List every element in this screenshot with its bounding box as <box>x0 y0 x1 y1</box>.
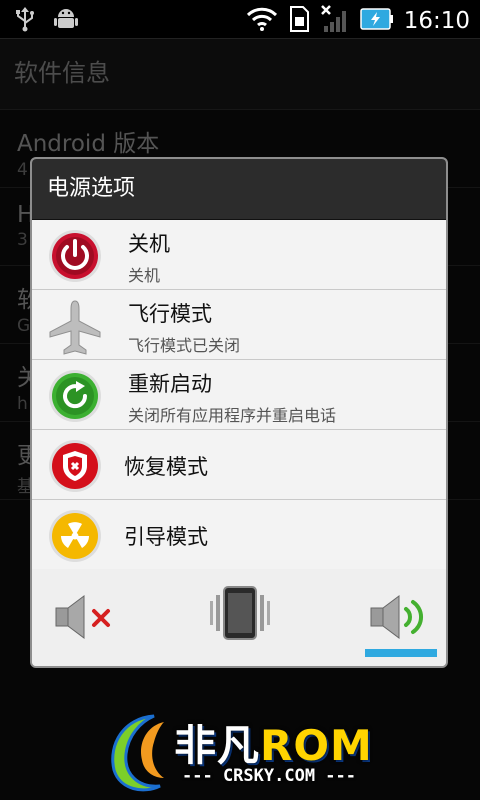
watermark-logo: 非凡ROM --- CRSKY.COM --- <box>94 708 394 798</box>
selected-mode-indicator <box>365 649 437 657</box>
power-options-dialog: 电源选项 关机 关机 飞行模式 飞行模式已关闭 重新启动 关闭所有应用程序并重启… <box>30 157 448 668</box>
menu-item-recovery-mode[interactable]: 恢复模式 <box>32 430 446 500</box>
android-debug-icon <box>54 6 78 36</box>
crescent-logo-icon <box>111 714 164 792</box>
menu-item-label: 引导模式 <box>124 525 208 549</box>
menu-item-label: 飞行模式 <box>128 302 212 326</box>
sd-card-icon <box>288 5 310 37</box>
usb-icon <box>14 6 36 36</box>
menu-item-subtitle: 关机 <box>128 266 161 285</box>
watermark-brand-en: ROM <box>260 721 373 770</box>
battery-charging-icon <box>359 6 394 36</box>
menu-item-bootloader-mode[interactable]: 引导模式 <box>32 500 446 570</box>
menu-item-label: 恢复模式 <box>124 455 208 479</box>
watermark-brand-cn: 非凡 <box>174 721 261 770</box>
menu-item-airplane-mode[interactable]: 飞行模式 飞行模式已关闭 <box>32 290 446 360</box>
menu-item-label: 关机 <box>128 232 170 256</box>
mute-icon[interactable] <box>52 591 122 651</box>
sound-on-icon[interactable] <box>369 591 439 651</box>
dialog-title: 电源选项 <box>32 159 446 220</box>
menu-item-subtitle: 关闭所有应用程序并重启电话 <box>128 406 337 425</box>
menu-item-restart[interactable]: 重新启动 关闭所有应用程序并重启电话 <box>32 360 446 430</box>
watermark-brand: 非凡ROM <box>174 712 373 773</box>
status-time: 16:10 <box>403 8 470 34</box>
wifi-icon <box>246 6 278 36</box>
status-bar: 16:10 <box>0 0 480 39</box>
signal-off-icon <box>320 4 350 38</box>
menu-item-subtitle: 飞行模式已关闭 <box>128 336 241 355</box>
watermark-site: --- CRSKY.COM --- <box>182 766 356 786</box>
sound-mode-selector <box>32 569 446 666</box>
shield-icon <box>48 439 102 493</box>
restart-icon <box>48 369 102 423</box>
airplane-icon <box>48 299 102 355</box>
menu-item-power-off[interactable]: 关机 关机 <box>32 220 446 290</box>
radiation-icon <box>48 509 102 563</box>
power-icon <box>48 229 102 283</box>
vibrate-icon[interactable] <box>208 583 278 643</box>
menu-item-label: 重新启动 <box>128 372 212 396</box>
